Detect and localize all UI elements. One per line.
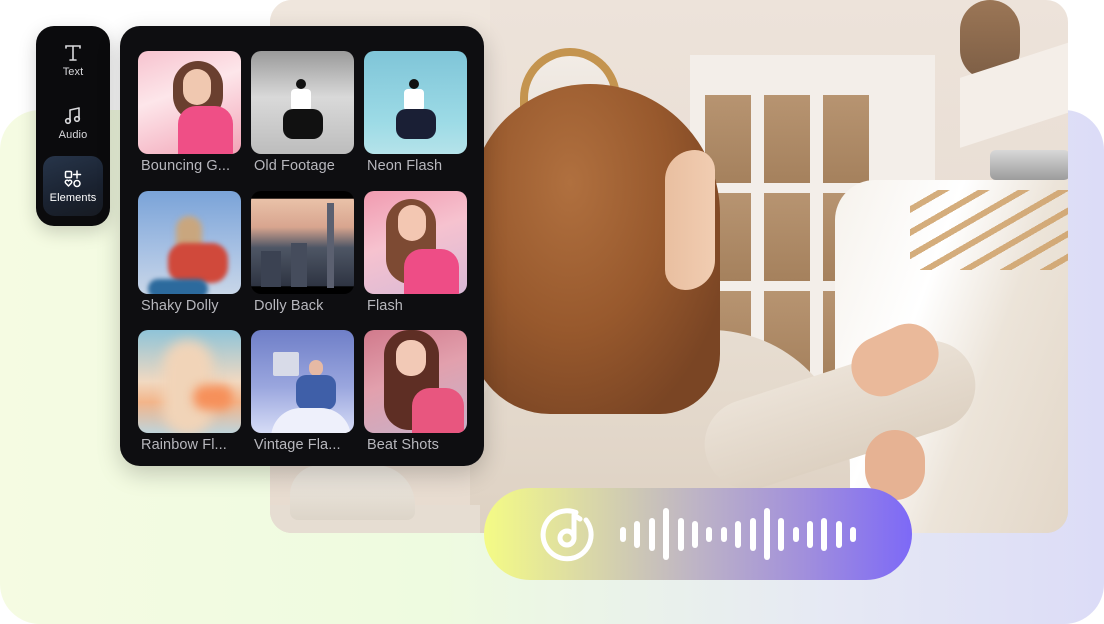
effect-label: Flash [367, 298, 403, 314]
waveform-bar [663, 508, 670, 560]
tool-rail: Text Audio Elements [36, 26, 110, 226]
audio-waveform-pill[interactable] [484, 488, 912, 580]
waveform-bar [850, 526, 857, 542]
music-disc-icon [540, 508, 594, 562]
photo-hangers [910, 190, 1068, 270]
tool-text[interactable]: Text [43, 30, 103, 90]
tool-audio-label: Audio [58, 128, 88, 141]
waveform-bar [634, 520, 641, 548]
photo-face [665, 150, 715, 290]
effect-label: Vintage Fla... [254, 437, 341, 453]
effect-beat-shots[interactable]: Beat Shots [364, 330, 467, 453]
waveform-bar [807, 520, 814, 548]
waveform-bar [821, 517, 828, 551]
effect-bouncing[interactable]: Bouncing G... [138, 51, 241, 174]
effect-label: Beat Shots [367, 437, 439, 453]
effect-label: Neon Flash [367, 158, 443, 174]
effect-thumbnail [138, 191, 241, 294]
photo-shoe [290, 465, 415, 520]
effect-label: Dolly Back [254, 298, 324, 314]
photo-clothes-rail [990, 150, 1068, 180]
waveform-bar [720, 526, 727, 542]
tool-audio[interactable]: Audio [43, 93, 103, 153]
elements-icon [64, 169, 82, 187]
waveform-bar [648, 517, 655, 551]
effect-neon-flash[interactable]: Neon Flash [364, 51, 467, 174]
waveform-bar [691, 520, 698, 548]
effect-shaky-dolly[interactable]: Shaky Dolly [138, 191, 241, 314]
effect-label: Bouncing G... [141, 158, 231, 174]
effect-thumbnail [251, 191, 354, 294]
waveform-bar [835, 520, 842, 548]
waveform-bar [706, 526, 713, 542]
text-icon [65, 44, 81, 61]
tool-elements[interactable]: Elements [43, 156, 103, 216]
audio-waveform [620, 508, 857, 560]
effect-flash[interactable]: Flash [364, 191, 467, 314]
effect-label: Old Footage [254, 158, 335, 174]
effect-old-footage[interactable]: Old Footage [251, 51, 354, 174]
waveform-bar [763, 508, 770, 560]
effect-thumbnail [251, 51, 354, 154]
effect-rainbow-flash[interactable]: Rainbow Fl... [138, 330, 241, 453]
effect-vintage-flash[interactable]: Vintage Fla... [251, 330, 354, 453]
tool-text-label: Text [62, 65, 84, 78]
tool-elements-label: Elements [49, 191, 97, 204]
waveform-bar [792, 526, 799, 542]
effect-thumbnail [138, 51, 241, 154]
effect-thumbnail [251, 330, 354, 433]
effect-thumbnail [138, 330, 241, 433]
waveform-bar [778, 517, 785, 551]
effect-thumbnail [364, 51, 467, 154]
effect-label: Shaky Dolly [141, 298, 219, 314]
waveform-bar [749, 517, 756, 551]
effect-thumbnail [364, 191, 467, 294]
music-note-icon [64, 106, 81, 124]
effects-panel: Bouncing G... Old Footage Neon Flash Sha… [120, 26, 484, 466]
waveform-bar [677, 517, 684, 551]
effect-dolly-back[interactable]: Dolly Back [251, 191, 354, 314]
waveform-bar [735, 520, 742, 548]
waveform-bar [620, 526, 626, 542]
effect-label: Rainbow Fl... [141, 437, 227, 453]
effect-thumbnail [364, 330, 467, 433]
